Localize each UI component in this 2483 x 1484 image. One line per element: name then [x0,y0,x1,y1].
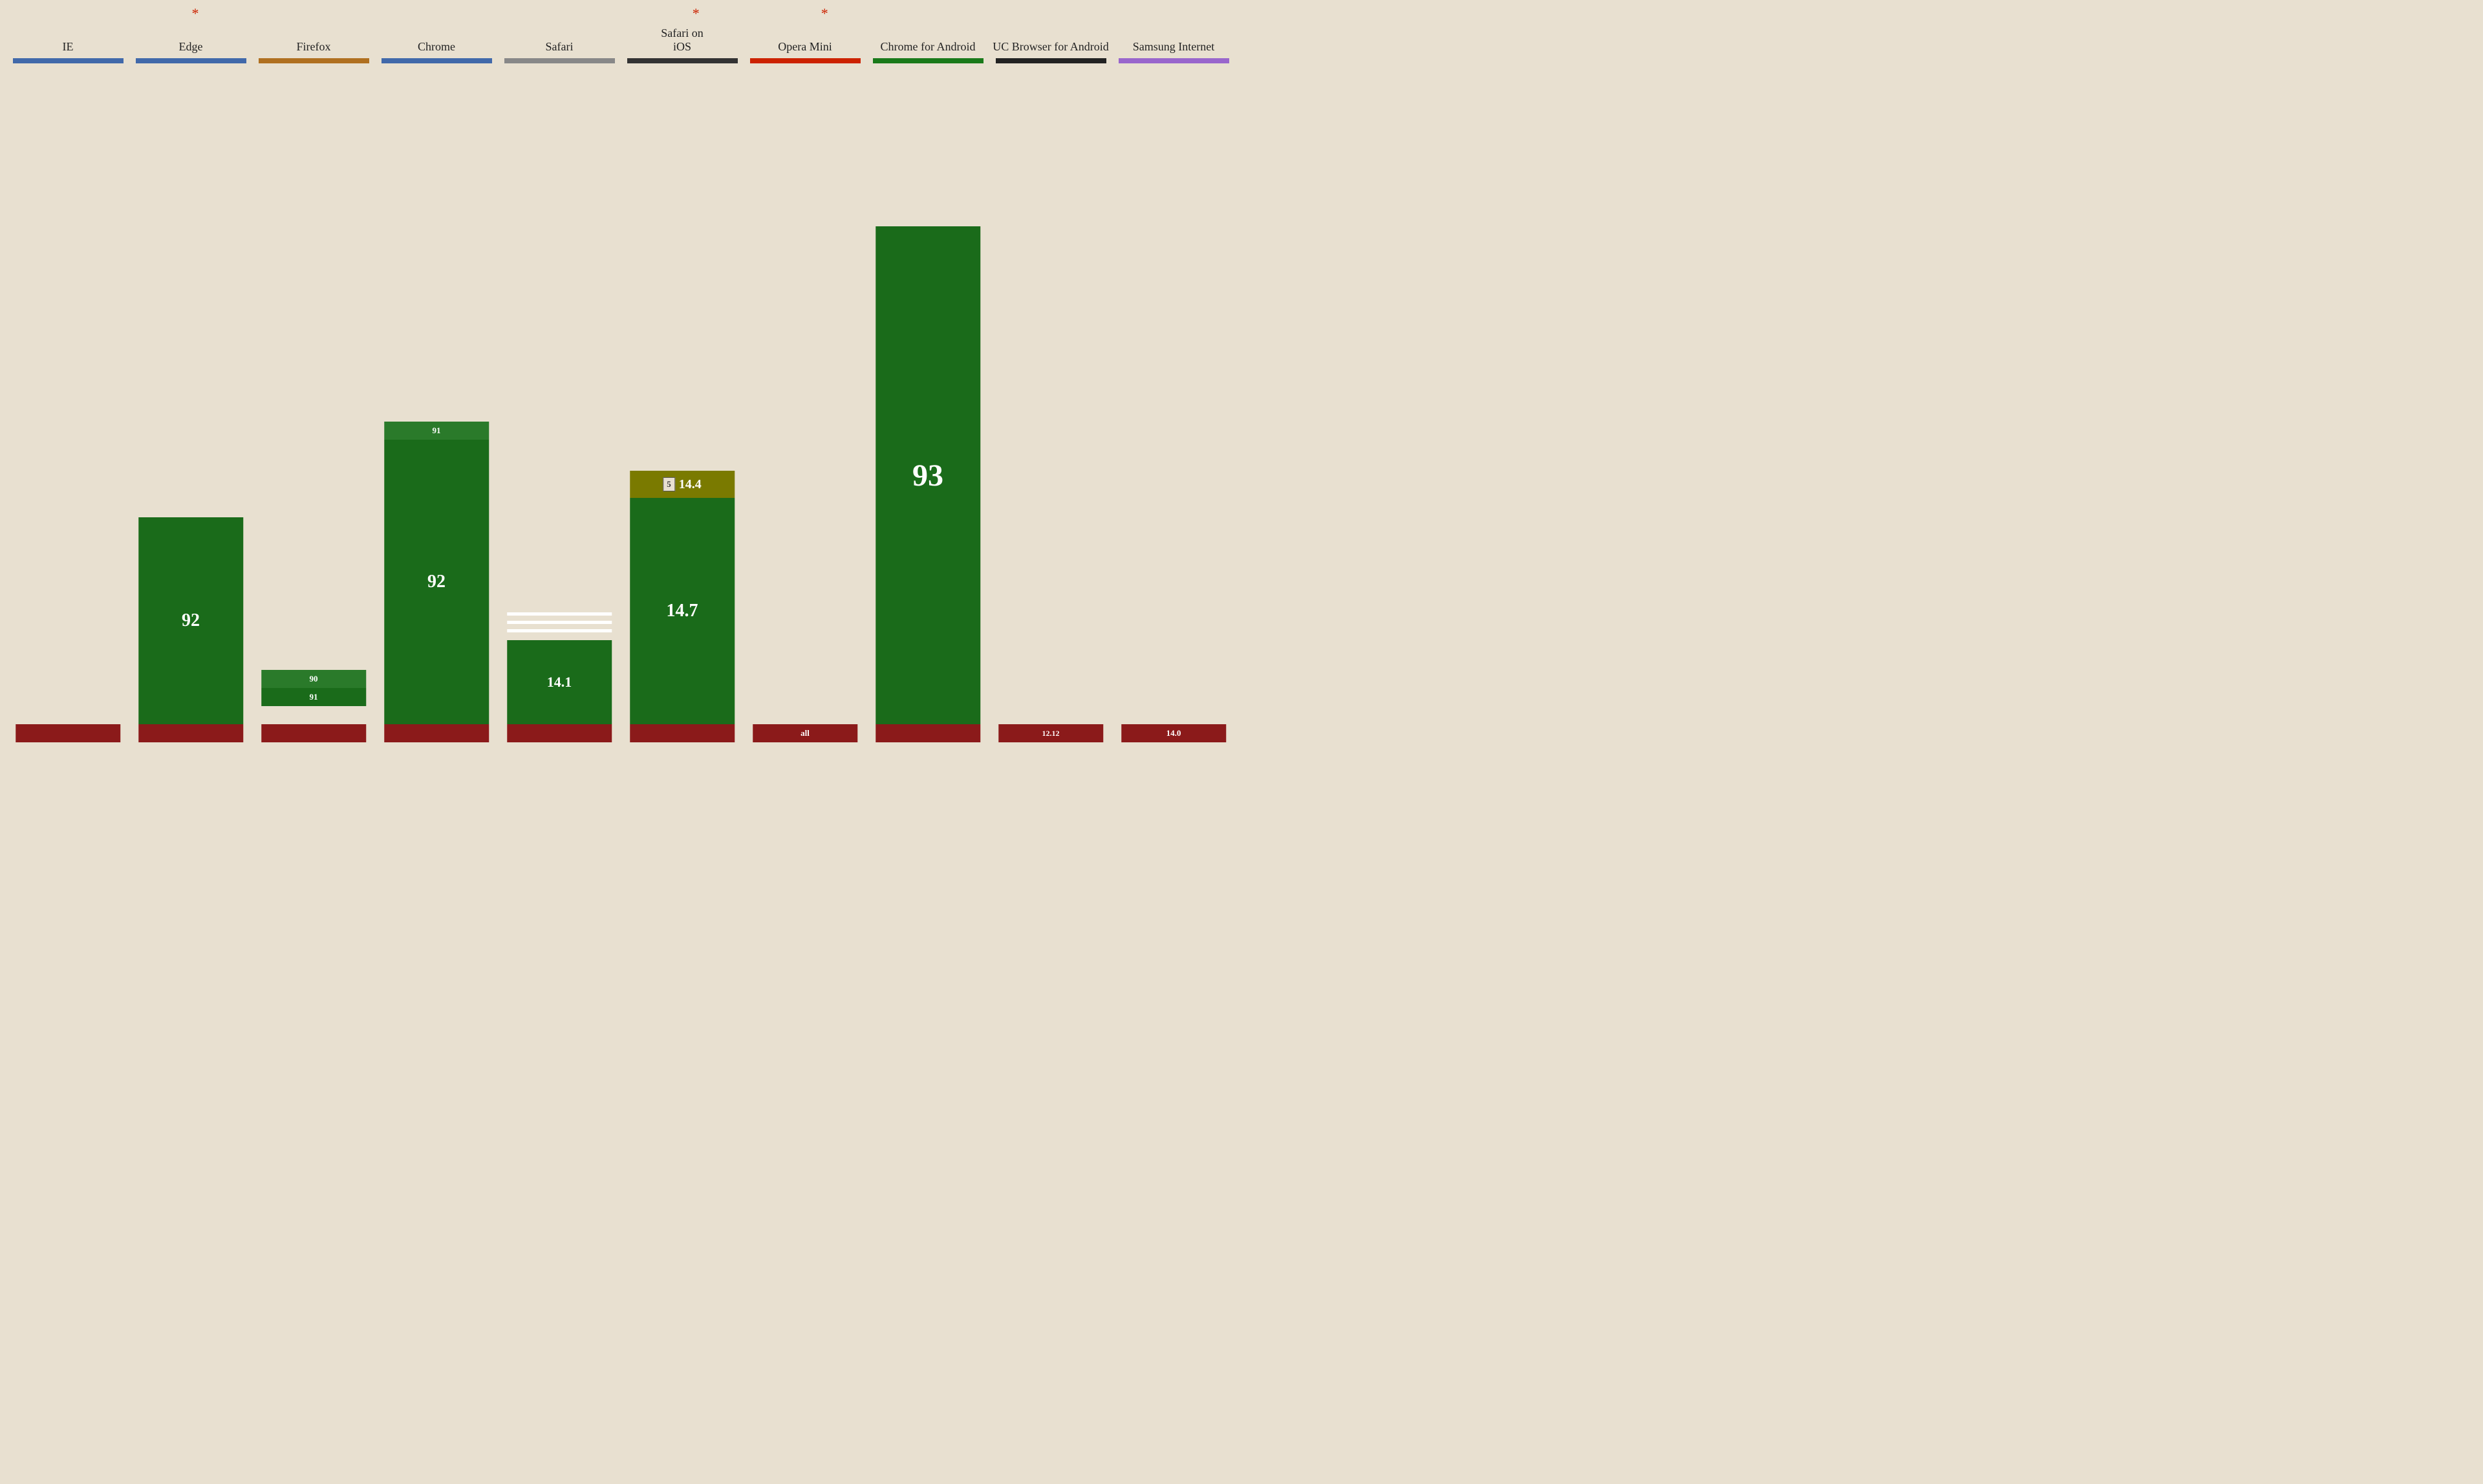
col-header-firefox: Firefox [294,0,334,58]
safari-line-3 [507,629,612,632]
color-bar-safari [504,58,615,63]
col-body-chrome: 91 92 [375,63,498,742]
color-bar-opera-mini [750,58,861,63]
bar-red-ie [16,724,120,742]
bar-label-edge: 92 [182,610,200,631]
asterisk-edge: * [191,5,199,22]
col-body-firefox: 90 91 [252,63,375,742]
bar-yellow-safari-ios: 5 14.4 [630,471,735,498]
col-chrome: Chrome 91 92 [375,0,498,742]
col-header-opera-mini: Opera Mini * [775,0,834,58]
bar-label-opera-mini: all [801,728,810,738]
col-header-samsung: Samsung Internet [1130,0,1217,58]
color-bar-chrome [382,58,492,63]
col-header-uc-browser: UC Browser for Android [990,0,1111,58]
col-safari: Safari 14.1 [498,0,621,742]
col-body-safari-ios: 5 14.4 14.7 [621,63,744,742]
safari-ios-5-badge: 5 [663,477,675,491]
col-body-ie [6,63,129,742]
col-body-edge: 92 [129,63,252,742]
columns-wrapper: IE Edge * 92 [6,0,1235,742]
bar-green-chrome-92: 92 [384,440,489,724]
bar-label-safari-ios-144: 14.4 [679,477,702,492]
col-body-opera-mini: all [744,63,866,742]
color-bar-ie [13,58,124,63]
color-bar-uc-browser [996,58,1106,63]
bar-label-chrome-91: 91 [433,425,441,436]
chart-container: IE Edge * 92 [0,0,1242,742]
bar-red-chrome-android [876,724,980,742]
color-bar-edge [136,58,246,63]
bar-red-samsung: 14.0 [1121,724,1226,742]
col-label-edge: Edge [179,40,203,54]
bar-red-chrome [384,724,489,742]
bar-label-safari: 14.1 [547,674,572,691]
bar-green-edge: 92 [138,517,243,724]
col-firefox: Firefox 90 91 [252,0,375,742]
col-body-chrome-android: 93 [866,63,989,742]
bar-red-firefox [261,724,366,742]
bar-green-firefox-90: 90 [261,670,366,688]
col-label-opera-mini: Opera Mini [778,40,832,54]
bar-green-safari: 14.1 [507,640,612,724]
bar-label-safari-ios-147: 14.7 [667,601,698,621]
bar-label-uc-browser: 12.12 [1042,729,1060,738]
bar-label-firefox-90: 90 [310,674,318,684]
col-uc-browser: UC Browser for Android 12.12 [989,0,1112,742]
bar-red-safari-ios [630,724,735,742]
bar-label-firefox-91: 91 [310,692,318,702]
col-header-chrome-android: Chrome for Android [878,0,978,58]
bar-green-firefox-91: 91 [261,688,366,706]
color-bar-chrome-android [873,58,984,63]
col-label-safari-ios: Safari oniOS [661,27,703,54]
col-samsung: Samsung Internet 14.0 [1112,0,1235,742]
col-label-ie: IE [63,40,74,54]
bar-red-safari [507,724,612,742]
bar-label-samsung: 14.0 [1166,728,1181,738]
col-opera-mini: Opera Mini * all [744,0,866,742]
asterisk-safari-ios: * [693,5,700,22]
bar-label-chrome-92: 92 [427,572,446,592]
col-body-safari: 14.1 [498,63,621,742]
bar-red-edge [138,724,243,742]
color-bar-safari-ios [627,58,738,63]
col-edge: Edge * 92 [129,0,252,742]
bar-label-chrome-android: 93 [912,458,943,493]
bar-red-uc-browser: 12.12 [998,724,1103,742]
col-label-chrome: Chrome [418,40,455,54]
bar-green-safari-ios: 14.7 [630,498,735,724]
col-label-samsung: Samsung Internet [1133,40,1214,54]
col-ie: IE [6,0,129,742]
color-bar-samsung [1119,58,1229,63]
safari-line-1 [507,612,612,616]
bar-green-chrome-android: 93 [876,226,980,724]
bar-green-chrome-91: 91 [384,422,489,440]
col-header-edge: Edge * [177,0,206,58]
col-body-samsung: 14.0 [1112,63,1235,742]
col-label-chrome-android: Chrome for Android [881,40,976,54]
color-bar-firefox [259,58,369,63]
col-chrome-android: Chrome for Android 93 [866,0,989,742]
col-label-firefox: Firefox [297,40,331,54]
col-header-chrome: Chrome [415,0,458,58]
safari-dividers [507,612,612,632]
col-label-safari: Safari [546,40,574,54]
col-header-safari: Safari [543,0,576,58]
safari-line-2 [507,621,612,624]
asterisk-opera-mini: * [821,5,828,22]
col-header-ie: IE [60,0,76,58]
bar-red-opera-mini: all [753,724,857,742]
col-label-uc-browser: UC Browser for Android [993,40,1108,54]
col-body-uc-browser: 12.12 [989,63,1112,742]
col-header-safari-ios: Safari oniOS * [658,0,705,58]
col-safari-ios: Safari oniOS * 5 14.4 14.7 [621,0,744,742]
